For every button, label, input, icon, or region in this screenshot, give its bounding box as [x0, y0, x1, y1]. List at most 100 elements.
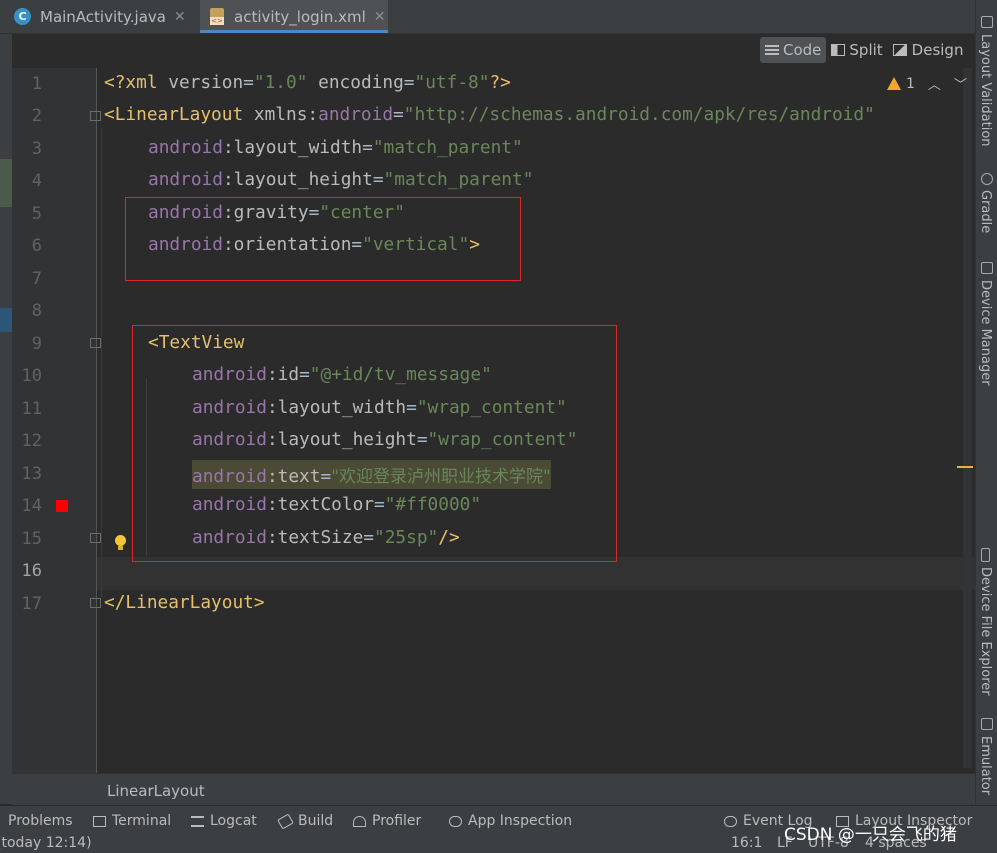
chevron-up-icon[interactable]: ︿: [928, 74, 941, 93]
line-number: 14: [21, 496, 42, 516]
xml-value: "http://schemas.android.com/apk/res/andr…: [403, 104, 875, 125]
xml-attr: :layout_width: [222, 137, 363, 158]
line-number: 16: [21, 561, 42, 581]
line-number: 3: [31, 139, 42, 159]
code-view-label: Code: [783, 41, 822, 59]
left-tool-strip: [0, 34, 12, 804]
problems-label: Problems: [8, 813, 73, 829]
terminal-label: Terminal: [112, 813, 172, 829]
code-line-4: android:layout_height="match_parent": [148, 169, 534, 190]
logcat-label: Logcat: [210, 813, 257, 829]
inspection-widget[interactable]: 1 ︿ ﹀: [887, 74, 967, 93]
watermark: CSDN @一只会飞的猪: [784, 825, 957, 845]
split-view-icon: [831, 44, 846, 56]
split-view-button[interactable]: Split: [826, 37, 887, 63]
editor-tab-bar: C MainActivity.java ✕ activity_login.xml…: [0, 0, 975, 34]
annotation-box-gravity: [125, 197, 521, 281]
code-line-3: android:layout_width="match_parent": [148, 137, 523, 158]
breadcrumb: LinearLayout: [12, 773, 975, 806]
close-icon[interactable]: ✕: [374, 9, 386, 25]
terminal-icon: [93, 815, 106, 827]
device-file-explorer-icon: [981, 548, 990, 562]
design-view-label: Design: [911, 41, 964, 59]
code-lines-icon: [765, 44, 779, 56]
xml-value: "match_parent": [383, 169, 534, 190]
java-class-icon: C: [14, 8, 31, 25]
hammer-icon: [277, 812, 294, 830]
image-icon: [892, 44, 907, 56]
speech-bubble-icon: [724, 815, 737, 827]
xml-attr: :layout_height: [222, 169, 373, 190]
device-manager-icon: [981, 262, 993, 274]
breadcrumb-item[interactable]: LinearLayout: [107, 782, 205, 800]
tab-activity-login[interactable]: activity_login.xml ✕: [200, 0, 388, 33]
device-file-explorer-tab[interactable]: Device File Explorer: [978, 567, 993, 696]
logcat-tab[interactable]: Logcat: [191, 813, 257, 829]
build-tab[interactable]: Build: [277, 812, 334, 830]
scroll-marker: [957, 466, 973, 468]
emulator-tab[interactable]: Emulator: [978, 736, 993, 795]
fold-icon[interactable]: [90, 598, 101, 608]
fold-icon[interactable]: [90, 533, 101, 543]
line-number: 6: [31, 236, 42, 256]
line-number: 5: [31, 204, 42, 224]
close-icon[interactable]: ✕: [174, 9, 186, 25]
xml-value: "utf-8": [414, 72, 490, 93]
app-inspection-tab[interactable]: App Inspection: [449, 813, 572, 829]
lightbulb-icon[interactable]: [115, 535, 126, 550]
line-number: 17: [21, 594, 42, 614]
design-view-button[interactable]: Design: [888, 37, 969, 63]
fold-icon[interactable]: [90, 338, 101, 348]
status-message[interactable]: (today 12:14): [0, 835, 92, 851]
xml-value: "match_parent": [372, 137, 523, 158]
project-panel-marker: [0, 159, 12, 207]
terminal-tab[interactable]: Terminal: [93, 813, 171, 829]
code-view-button[interactable]: Code: [760, 37, 827, 63]
indent-guide: [101, 128, 102, 598]
warning-count: 1: [906, 75, 915, 92]
xml-file-icon: [210, 8, 224, 25]
editor-scrollbar[interactable]: [963, 68, 972, 768]
xml-decl-open: <?xml: [104, 72, 169, 93]
code-line-2: <LinearLayout xmlns:android="http://sche…: [104, 104, 875, 125]
code-line-17: </LinearLayout>: [104, 592, 265, 613]
tab-label: MainActivity.java: [40, 7, 166, 26]
layout-validation-icon: [981, 16, 993, 28]
app-inspection-label: App Inspection: [468, 813, 573, 829]
xml-attr: xmlns:: [253, 104, 319, 125]
device-manager-tab[interactable]: Device Manager: [978, 280, 993, 386]
line-number: 4: [31, 171, 42, 191]
warning-icon: [887, 77, 901, 90]
color-swatch-icon: [56, 500, 68, 512]
split-view-label: Split: [849, 41, 883, 59]
code-editor[interactable]: 1 2 3 4 5 6 7 8 9 10 11 12 13 14 15 16 1…: [12, 68, 975, 773]
gradle-icon: [981, 173, 993, 185]
chevron-down-icon[interactable]: ﹀: [954, 74, 967, 93]
emulator-icon: [981, 718, 993, 730]
problems-tab[interactable]: Problems: [8, 813, 73, 829]
layout-validation-tab[interactable]: Layout Validation: [978, 34, 993, 147]
xml-namespace: android: [318, 104, 394, 125]
xml-namespace: android: [148, 169, 223, 190]
selection-marker: [0, 308, 12, 332]
view-mode-toggle: Code Split Design: [760, 36, 968, 64]
line-number: 1: [31, 74, 42, 94]
line-number: 11: [21, 399, 42, 419]
caret-position[interactable]: 16:1: [731, 835, 762, 851]
xml-tag: <LinearLayout: [104, 104, 254, 125]
code-line-1: <?xml version="1.0" encoding="utf-8"?>: [104, 72, 511, 93]
build-label: Build: [298, 813, 334, 829]
tab-main-activity[interactable]: C MainActivity.java ✕: [14, 0, 186, 33]
right-tool-strip: Layout Validation Gradle Device Manager …: [975, 0, 997, 805]
gradle-tab[interactable]: Gradle: [978, 190, 993, 233]
fold-icon[interactable]: [90, 111, 101, 121]
profiler-tab[interactable]: Profiler: [353, 813, 421, 829]
line-number: 7: [31, 269, 42, 289]
line-number: 9: [31, 334, 42, 354]
line-number: 8: [31, 301, 42, 321]
line-number: 2: [31, 106, 42, 126]
tab-label: activity_login.xml: [234, 7, 366, 26]
gauge-icon: [353, 815, 366, 827]
xml-decl-close: ?>: [489, 72, 511, 93]
annotation-box-textview: [132, 325, 617, 562]
